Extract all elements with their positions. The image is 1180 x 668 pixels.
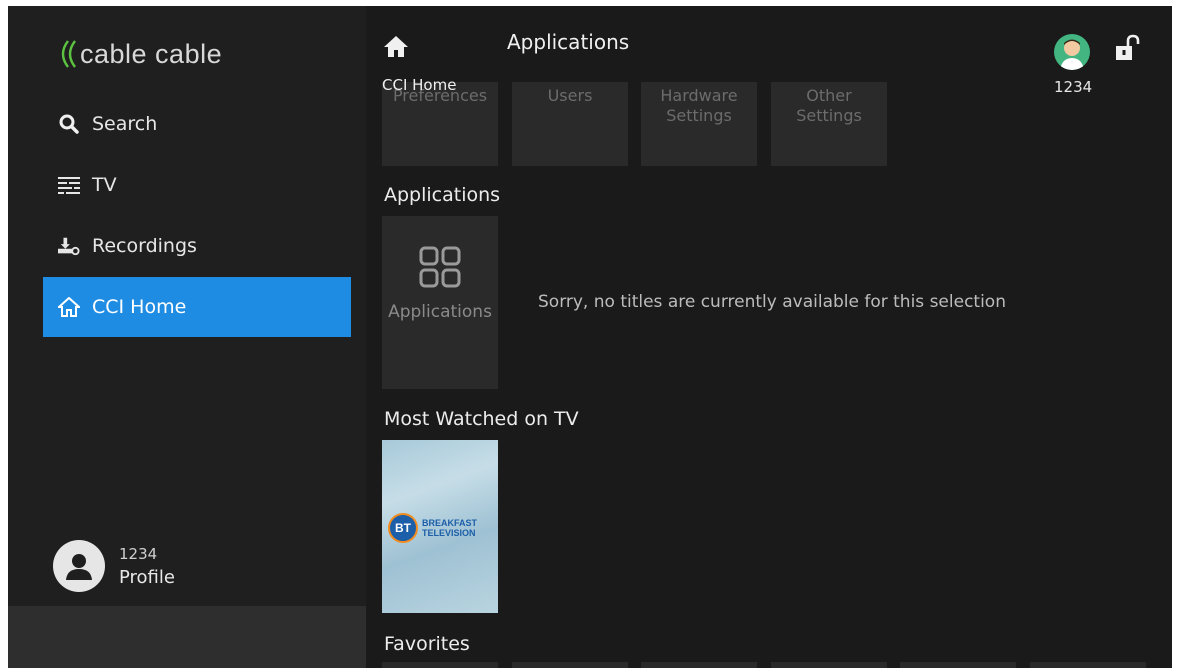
sidebar-item-label: Recordings	[92, 235, 197, 257]
sidebar-item-tv[interactable]: TV	[43, 155, 351, 215]
tile-label: Applications	[388, 302, 492, 322]
user-avatar[interactable]	[1054, 34, 1090, 70]
tile-other-settings[interactable]: Other Settings	[771, 82, 887, 166]
person-icon	[66, 554, 92, 580]
recordings-icon	[58, 235, 80, 257]
sidebar-item-label: TV	[92, 174, 117, 196]
profile-label: Profile	[119, 567, 175, 588]
section-title-most-watched: Most Watched on TV	[384, 408, 579, 430]
unlock-icon[interactable]	[1114, 34, 1140, 68]
section-title-favorites: Favorites	[384, 633, 470, 655]
favorite-tile[interactable]	[900, 662, 1016, 668]
empty-message: Sorry, no titles are currently available…	[538, 292, 1006, 312]
favorite-tile[interactable]	[771, 662, 887, 668]
tile-label: Users	[547, 86, 593, 105]
sidebar-item-recordings[interactable]: Recordings	[43, 216, 351, 276]
signal-waves-icon	[61, 40, 76, 68]
profile-number: 1234	[119, 545, 158, 563]
sidebar-nav: Search TV Recordings CCI Home	[43, 94, 351, 338]
breadcrumb: CCI Home	[382, 76, 457, 94]
sidebar: cable cable Search TV Recordings CCI Hom…	[8, 6, 366, 668]
screen: cable cable Search TV Recordings CCI Hom…	[8, 6, 1172, 668]
favorite-tile[interactable]	[512, 662, 628, 668]
sidebar-item-search[interactable]: Search	[43, 94, 351, 154]
home-icon	[58, 296, 80, 318]
profile-button[interactable]: 1234 Profile	[53, 540, 175, 592]
sidebar-item-label: CCI Home	[92, 296, 187, 318]
tile-preferences[interactable]: Preferences	[382, 82, 498, 166]
apps-grid-icon	[419, 246, 461, 288]
profile-text: 1234 Profile	[119, 542, 175, 590]
sidebar-item-cci-home[interactable]: CCI Home	[43, 277, 351, 337]
user-face-icon	[1060, 39, 1084, 70]
poster-breakfast-television[interactable]: BT BREAKFAST TELEVISION	[382, 440, 498, 613]
page-title: Applications	[507, 30, 630, 54]
home-icon[interactable]	[382, 34, 410, 62]
sidebar-item-label: Search	[92, 113, 158, 135]
tile-label: Other Settings	[796, 86, 862, 125]
user-number: 1234	[1054, 78, 1093, 96]
tile-hardware-settings[interactable]: Hardware Settings	[641, 82, 757, 166]
search-icon	[58, 113, 80, 135]
bt-badge: BT	[388, 513, 418, 543]
applications-tile[interactable]: Applications	[382, 216, 498, 389]
tile-users[interactable]: Users	[512, 82, 628, 166]
brand-logo-text: cable cable	[80, 38, 223, 69]
main-content: CCI Home Applications 1234 Preferences U…	[366, 6, 1172, 668]
section-title-applications: Applications	[384, 184, 501, 206]
favorite-tile[interactable]	[641, 662, 757, 668]
bt-wordmark: BREAKFAST TELEVISION	[422, 518, 477, 538]
tv-guide-icon	[58, 174, 80, 196]
brand-logo: cable cable	[56, 34, 222, 74]
tile-label: Hardware Settings	[660, 86, 738, 125]
avatar	[53, 540, 105, 592]
breakfast-television-logo: BT BREAKFAST TELEVISION	[388, 513, 477, 543]
sidebar-footer	[8, 606, 366, 668]
bt-line1: BREAKFAST	[422, 518, 478, 528]
favorite-tile[interactable]	[1030, 662, 1146, 668]
favorite-tile[interactable]	[382, 662, 498, 668]
bt-line2: TELEVISION	[422, 528, 476, 538]
